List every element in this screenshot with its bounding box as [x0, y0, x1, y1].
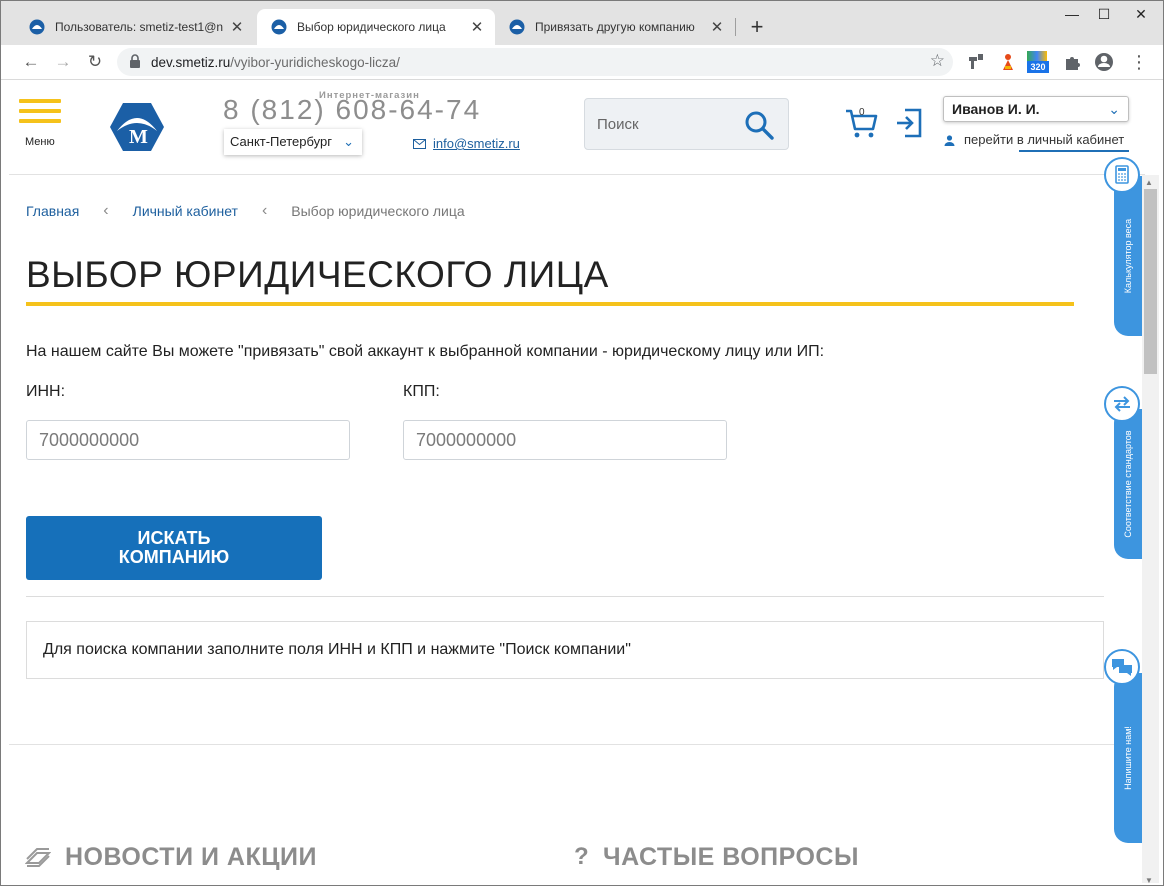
intro-text: На нашем сайте Вы можете "привязать" сво…: [26, 343, 825, 360]
question-icon: ?: [574, 843, 590, 870]
search-company-button[interactable]: Искать компанию: [26, 516, 322, 580]
tab-strip: Пользователь: smetiz-test1@na ✕ Выбор юр…: [1, 1, 1163, 45]
cabinet-link[interactable]: перейти в личный кабинет: [964, 132, 1124, 147]
site-favicon-icon: [271, 19, 287, 35]
city-selector[interactable]: Санкт-Петербург ⌄: [224, 129, 362, 155]
site-favicon-icon: [509, 19, 525, 35]
new-tab-button[interactable]: +: [745, 13, 769, 41]
form-divider: [26, 596, 1104, 597]
forward-button[interactable]: →: [49, 48, 77, 76]
city-value: Санкт-Петербург: [230, 134, 332, 149]
browser-menu-icon[interactable]: ⋮: [1125, 48, 1153, 76]
extension-person-icon[interactable]: [997, 51, 1019, 73]
chat-button[interactable]: [1104, 649, 1140, 685]
extension-counter-icon[interactable]: 320: [1027, 51, 1049, 73]
calculator-button[interactable]: [1104, 157, 1140, 193]
kpp-label: КПП:: [403, 383, 440, 400]
user-icon: [944, 135, 955, 146]
browser-toolbar: ← → ↻ dev.smetiz.ru/vyibor-yuridicheskog…: [1, 45, 1163, 80]
user-name: Иванов И. И.: [952, 101, 1040, 117]
chat-icon: [1112, 659, 1132, 676]
scroll-up-arrow-icon[interactable]: ▲: [1145, 178, 1153, 187]
chevron-down-icon: ⌄: [1108, 101, 1120, 117]
tab-title: Пользователь: smetiz-test1@na: [55, 20, 223, 34]
reload-button[interactable]: ↻: [81, 48, 109, 76]
swap-arrows-icon: [1114, 396, 1130, 412]
side-tab-label: Калькулятор веса: [1123, 218, 1133, 294]
url-path: /vyibor-yuridicheskogo-licza/: [230, 55, 400, 70]
calculator-icon: [1115, 165, 1129, 184]
login-icon[interactable]: [895, 107, 923, 139]
inn-input[interactable]: [26, 420, 350, 460]
standards-button[interactable]: [1104, 386, 1140, 422]
maximize-button[interactable]: ☐: [1089, 1, 1119, 29]
back-button[interactable]: ←: [17, 48, 45, 76]
breadcrumb: Главная ‹ Личный кабинет ‹ Выбор юридиче…: [26, 202, 465, 220]
menu-burger-icon[interactable]: [19, 99, 61, 129]
url-host: dev.smetiz.ru: [151, 55, 231, 70]
side-tab-label: Напишите нам!: [1123, 726, 1133, 790]
chevron-left-icon: ‹: [261, 202, 268, 219]
close-window-button[interactable]: ✕: [1121, 1, 1161, 29]
breadcrumb-cabinet[interactable]: Личный кабинет: [133, 203, 238, 219]
phone-number[interactable]: 8 (812) 608-64-74: [223, 94, 481, 126]
mail-icon: [413, 139, 426, 149]
site-favicon-icon: [29, 19, 45, 35]
lock-icon: [130, 54, 140, 68]
breadcrumb-home[interactable]: Главная: [26, 203, 79, 219]
faq-section-title[interactable]: ЧАСТЫЕ ВОПРОСЫ: [603, 843, 859, 872]
tab-close-icon[interactable]: ✕: [229, 18, 245, 36]
tab-bind-company[interactable]: Привязать другую компанию ✕: [495, 9, 735, 45]
kpp-input[interactable]: [403, 420, 727, 460]
inn-label: ИНН:: [26, 383, 66, 400]
chevron-left-icon: ‹: [103, 202, 109, 219]
bookmark-star-icon[interactable]: ☆: [930, 51, 945, 71]
email-link[interactable]: info@smetiz.ru: [433, 136, 520, 151]
profile-avatar-icon[interactable]: [1093, 51, 1115, 73]
scroll-down-arrow-icon[interactable]: ▼: [1145, 876, 1153, 885]
svg-text:М: М: [129, 126, 148, 148]
page-title: ВЫБОР ЮРИДИЧЕСКОГО ЛИЦА: [26, 254, 609, 295]
tab-user[interactable]: Пользователь: smetiz-test1@na ✕: [15, 9, 255, 45]
tab-close-icon[interactable]: ✕: [709, 18, 725, 36]
tab-title: Выбор юридического лица: [297, 20, 446, 34]
minimize-button[interactable]: —: [1057, 1, 1087, 29]
address-bar[interactable]: dev.smetiz.ru/vyibor-yuridicheskogo-licz…: [117, 48, 953, 76]
tab-title: Привязать другую компанию: [535, 20, 695, 34]
news-section-title[interactable]: НОВОСТИ И АКЦИИ: [65, 843, 317, 872]
user-selector[interactable]: Иванов И. И. ⌄: [943, 96, 1129, 122]
scrollbar-thumb[interactable]: [1144, 189, 1157, 374]
content-divider: [9, 744, 1145, 745]
site-search: [584, 98, 789, 150]
extension-badge: 320: [1027, 61, 1049, 73]
breadcrumb-current: Выбор юридического лица: [291, 203, 465, 219]
side-tab-label: Соответствие стандартов: [1123, 430, 1133, 538]
search-icon[interactable]: [744, 110, 774, 140]
header-divider: [9, 174, 1145, 175]
browser-window: Пользователь: smetiz-test1@na ✕ Выбор юр…: [0, 0, 1164, 886]
cart-count: 0: [859, 107, 865, 118]
extensions-puzzle-icon[interactable]: [1061, 51, 1083, 73]
url-text: dev.smetiz.ru/vyibor-yuridicheskogo-licz…: [151, 55, 400, 70]
title-underline: [26, 302, 1074, 306]
standards-tab[interactable]: Соответствие стандартов: [1114, 409, 1142, 559]
tab-legal-entity[interactable]: Выбор юридического лица ✕: [257, 9, 495, 45]
weight-calculator-tab[interactable]: Калькулятор веса: [1114, 176, 1142, 336]
tab-close-icon[interactable]: ✕: [469, 18, 485, 36]
extension-puzzle-alt-icon[interactable]: [965, 51, 987, 73]
write-us-tab[interactable]: Напишите нам!: [1114, 673, 1142, 843]
menu-label: Меню: [25, 136, 55, 148]
smetiz-logo[interactable]: М: [109, 101, 165, 153]
chevron-down-icon: ⌄: [343, 134, 354, 149]
site-page: Меню М Интернет-магазин 8 (812) 608-64-7…: [1, 81, 1163, 885]
tab-separator: [735, 18, 736, 36]
news-icon: [25, 848, 51, 867]
search-hint: Для поиска компании заполните поля ИНН и…: [26, 621, 1104, 679]
cabinet-link-underline: [1019, 150, 1129, 152]
search-input[interactable]: [597, 113, 727, 135]
